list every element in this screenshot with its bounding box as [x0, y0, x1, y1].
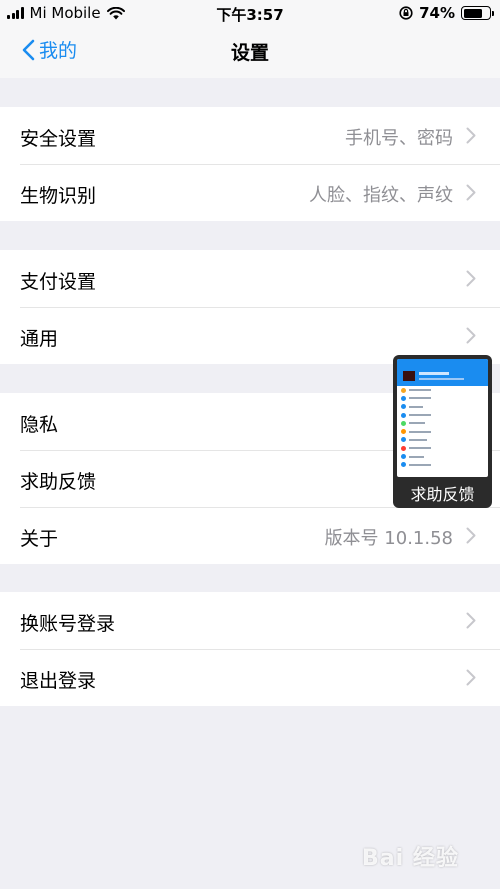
row-value: 手机号、密码: [345, 128, 453, 149]
settings-row-security[interactable]: 安全设置 手机号、密码: [0, 107, 500, 164]
row-label: 退出登录: [20, 670, 97, 692]
settings-group-payment: 支付设置 通用: [0, 250, 500, 364]
row-label: 安全设置: [20, 128, 97, 150]
row-label: 通用: [20, 328, 59, 350]
floating-window-preview: [397, 359, 488, 477]
battery-icon: [461, 6, 494, 20]
nav-bar: 我的 设置: [0, 27, 500, 78]
settings-group-security: 安全设置 手机号、密码 生物识别 人脸、指纹、声纹: [0, 107, 500, 221]
row-label: 生物识别: [20, 185, 97, 207]
row-label: 隐私: [20, 414, 59, 436]
row-label: 关于: [20, 528, 59, 550]
settings-row-switch-account[interactable]: 换账号登录: [0, 592, 500, 649]
row-value: 人脸、指纹、声纹: [309, 185, 453, 206]
row-label: 支付设置: [20, 271, 97, 293]
page-title: 设置: [230, 42, 269, 64]
chevron-right-icon: [466, 327, 476, 344]
baidu-watermark: Bai 经验: [362, 846, 459, 871]
floating-window[interactable]: 求助反馈: [393, 355, 492, 508]
settings-row-logout[interactable]: 退出登录: [0, 649, 500, 706]
row-label: 换账号登录: [20, 613, 116, 635]
floating-window-caption: 求助反馈: [410, 485, 475, 504]
battery-fill: [463, 8, 482, 18]
chevron-right-icon: [466, 612, 476, 629]
settings-row-payment[interactable]: 支付设置: [0, 250, 500, 307]
chevron-right-icon: [466, 669, 476, 686]
battery-percent: 74%: [419, 4, 455, 22]
chevron-right-icon: [466, 184, 476, 201]
chevron-right-icon: [466, 527, 476, 544]
settings-row-biometrics[interactable]: 生物识别 人脸、指纹、声纹: [0, 164, 500, 221]
chevron-right-icon: [466, 270, 476, 287]
row-label: 求助反馈: [20, 471, 97, 493]
settings-group-account: 换账号登录 退出登录: [0, 592, 500, 706]
settings-row-about[interactable]: 关于 版本号 10.1.58: [0, 507, 500, 564]
status-bar: Mi Mobile 下午3:57 74%: [0, 0, 500, 27]
row-value: 版本号 10.1.58: [324, 528, 453, 549]
status-right: 74%: [399, 4, 494, 22]
chevron-right-icon: [466, 127, 476, 144]
preview-header: [397, 359, 488, 386]
orientation-lock-icon: [399, 6, 413, 20]
